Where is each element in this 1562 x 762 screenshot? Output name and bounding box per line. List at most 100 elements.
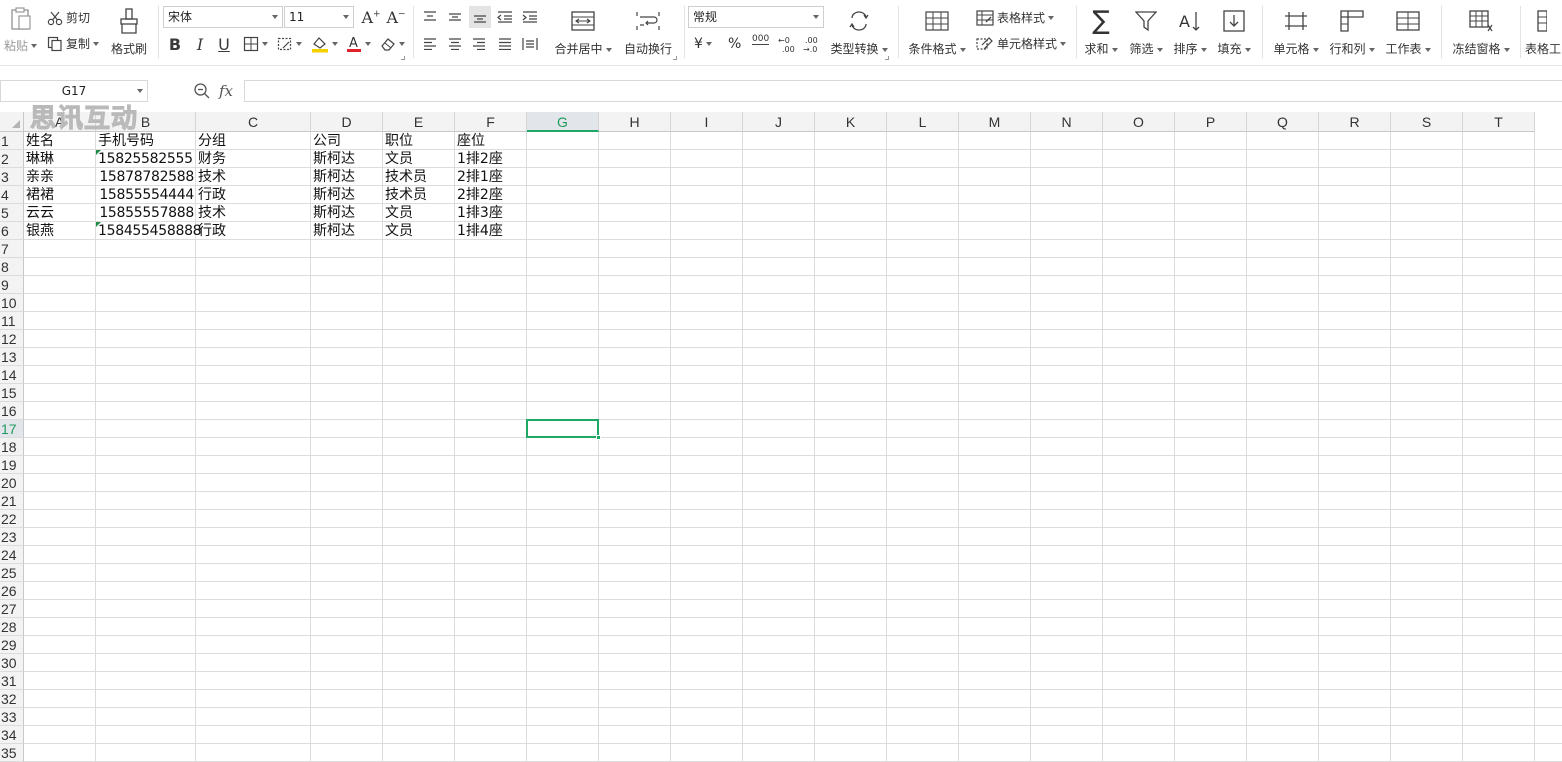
column-header-o[interactable]: O [1103,112,1175,132]
align-right-button[interactable] [469,33,489,55]
align-center-button[interactable] [445,33,465,55]
row-header-28[interactable]: 28 [0,618,24,636]
row-header-27[interactable]: 27 [0,600,24,618]
fill-color-button[interactable] [309,33,339,55]
cell-seat[interactable]: 1排2座 [455,150,527,168]
wrap-text-button[interactable]: 自动换行 [617,6,679,57]
cell-name[interactable]: 云云 [24,204,96,222]
row-header-8[interactable]: 8 [0,258,24,276]
row-header-34[interactable]: 34 [0,726,24,744]
freeze-panes-button[interactable]: 冻结窗格 [1448,6,1514,57]
cell-phone[interactable]: 15825582555 [96,150,196,168]
fill-handle[interactable] [596,435,601,440]
italic-button[interactable]: I [190,33,210,55]
font-name-select[interactable]: 宋体 [163,6,283,28]
cell-fill-shape-button[interactable] [274,33,304,55]
table-tools-button[interactable]: 表格工 [1525,6,1562,57]
row-header-21[interactable]: 21 [0,492,24,510]
row-header-30[interactable]: 30 [0,654,24,672]
row-header-7[interactable]: 7 [0,240,24,258]
row-header-3[interactable]: 3 [0,168,24,186]
header-cell[interactable]: 公司 [311,132,383,150]
row-header-17[interactable]: 17 [0,420,24,438]
cell-position[interactable]: 技术员 [383,168,455,186]
increase-indent-button[interactable] [520,6,540,28]
cell-company[interactable]: 斯柯达 [311,186,383,204]
cell-phone[interactable]: 15855554444 [96,186,196,204]
row-header-11[interactable]: 11 [0,312,24,330]
row-header-6[interactable]: 6 [0,222,24,240]
zoom-formula-icon[interactable] [193,82,211,103]
worksheet-button[interactable]: 工作表 [1377,6,1439,57]
decrease-font-button[interactable]: A− [385,6,407,28]
cell-seat[interactable]: 2排2座 [455,186,527,204]
column-header-h[interactable]: H [599,112,671,132]
row-col-button[interactable]: 行和列 [1321,6,1383,57]
insert-function-button[interactable]: fx [219,82,233,100]
cell-company[interactable]: 斯柯达 [311,204,383,222]
column-header-l[interactable]: L [887,112,959,132]
cell-seat[interactable]: 2排1座 [455,168,527,186]
table-style-button[interactable]: 表格样式 [976,9,1054,26]
cell-group[interactable]: 行政 [196,222,311,240]
column-header-n[interactable]: N [1031,112,1103,132]
thousands-button[interactable]: 000 [752,34,770,45]
column-header-b[interactable]: B [96,112,196,132]
chevron-down-icon[interactable] [137,89,143,93]
row-header-16[interactable]: 16 [0,402,24,420]
paste-button[interactable] [8,6,34,32]
cell-group[interactable]: 财务 [196,150,311,168]
paste-label[interactable]: 粘贴 [4,37,37,54]
cell-name[interactable]: 琳琳 [24,150,96,168]
header-cell[interactable]: 分组 [196,132,311,150]
increase-decimal-button[interactable]: ←0.00 [776,33,798,55]
cell-position[interactable]: 文员 [383,222,455,240]
header-cell[interactable]: 手机号码 [96,132,196,150]
row-header-13[interactable]: 13 [0,348,24,366]
column-header-t[interactable]: T [1463,112,1535,132]
cell-name[interactable]: 亲亲 [24,168,96,186]
cell-company[interactable]: 斯柯达 [311,222,383,240]
cell-company[interactable]: 斯柯达 [311,168,383,186]
header-cell[interactable]: 职位 [383,132,455,150]
justify-button[interactable] [495,33,515,55]
cell-position[interactable]: 文员 [383,204,455,222]
underline-button[interactable]: U [214,33,234,55]
row-header-9[interactable]: 9 [0,276,24,294]
row-header-18[interactable]: 18 [0,438,24,456]
clear-button[interactable] [377,33,407,55]
cell-style-button[interactable]: 单元格样式 [976,35,1066,52]
borders-button[interactable] [240,33,270,55]
cell-seat[interactable]: 1排4座 [455,222,527,240]
column-header-i[interactable]: I [671,112,743,132]
cell-seat[interactable]: 1排3座 [455,204,527,222]
decrease-indent-button[interactable] [495,6,515,28]
cell-company[interactable]: 斯柯达 [311,150,383,168]
row-header-2[interactable]: 2 [0,150,24,168]
row-header-35[interactable]: 35 [0,744,24,762]
row-header-10[interactable]: 10 [0,294,24,312]
cell-group[interactable]: 技术 [196,168,311,186]
row-header-19[interactable]: 19 [0,456,24,474]
font-size-select[interactable]: 11 [284,6,354,28]
column-header-e[interactable]: E [383,112,455,132]
column-header-p[interactable]: P [1175,112,1247,132]
row-header-26[interactable]: 26 [0,582,24,600]
row-header-33[interactable]: 33 [0,708,24,726]
row-header-22[interactable]: 22 [0,510,24,528]
conditional-format-button[interactable]: 条件格式 [906,6,968,57]
column-header-d[interactable]: D [311,112,383,132]
cell-phone[interactable]: 158455458888 [96,222,202,240]
row-header-25[interactable]: 25 [0,564,24,582]
cut-button[interactable]: 剪切 [47,9,90,26]
row-header-20[interactable]: 20 [0,474,24,492]
type-convert-button[interactable]: 类型转换 [828,6,890,57]
formula-input[interactable] [244,80,1562,102]
number-format-select[interactable]: 常规 [688,6,824,28]
row-header-23[interactable]: 23 [0,528,24,546]
column-header-k[interactable]: K [815,112,887,132]
column-header-q[interactable]: Q [1247,112,1319,132]
cell-group[interactable]: 行政 [196,186,311,204]
percent-button[interactable]: % [728,36,741,52]
column-header-r[interactable]: R [1319,112,1391,132]
